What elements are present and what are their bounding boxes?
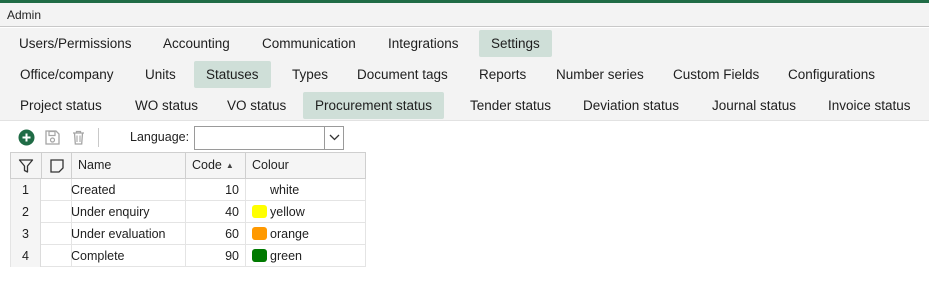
column-divider	[245, 179, 246, 201]
toolbar-divider	[98, 128, 99, 147]
colour-swatch	[252, 227, 267, 240]
status-colour: orange	[252, 223, 309, 245]
column-divider	[365, 223, 366, 245]
table-row[interactable]: 3 Under evaluation 60 orange	[10, 223, 366, 245]
status-name: Under evaluation	[71, 227, 166, 241]
tab-number-series[interactable]: Number series	[544, 61, 656, 88]
column-divider	[245, 201, 246, 223]
column-header-name[interactable]: Name	[72, 153, 186, 178]
filter-header[interactable]	[11, 153, 42, 178]
language-select[interactable]	[194, 126, 344, 150]
window-title: Admin	[7, 8, 42, 22]
status-code: 10	[225, 183, 239, 197]
colour-name: orange	[270, 227, 309, 241]
tab-row-statuses: Project status WO status VO status Procu…	[0, 90, 929, 120]
column-divider	[245, 223, 246, 245]
colour-swatch	[252, 249, 267, 262]
column-header-name-label: Name	[78, 158, 112, 172]
status-name: Under enquiry	[71, 205, 150, 219]
column-header-code-label: Code	[192, 158, 222, 172]
title-bar: Admin	[0, 3, 929, 27]
tab-types[interactable]: Types	[280, 61, 340, 88]
table-row[interactable]: 2 Under enquiry 40 yellow	[10, 201, 366, 223]
status-code: 60	[225, 227, 239, 241]
colour-swatch	[252, 183, 267, 196]
tab-deviation-status[interactable]: Deviation status	[571, 92, 691, 119]
row-number: 2	[10, 201, 41, 223]
add-icon[interactable]	[18, 129, 35, 146]
tab-row-settings: Office/company Units Statuses Types Docu…	[0, 59, 929, 90]
tab-document-tags[interactable]: Document tags	[345, 61, 460, 88]
tab-vo-status[interactable]: VO status	[215, 92, 298, 119]
delete-icon[interactable]	[70, 129, 87, 146]
colour-name: white	[270, 183, 300, 197]
colour-swatch	[252, 205, 267, 218]
table-row[interactable]: 1 Created 10 white	[10, 179, 366, 201]
colour-name: yellow	[270, 205, 305, 219]
procurement-status-panel: Language: Name Code ▲ Colour 1 Created 1…	[0, 120, 929, 303]
column-divider	[365, 179, 366, 201]
row-number: 1	[10, 179, 41, 201]
tab-office-company[interactable]: Office/company	[8, 61, 126, 88]
toolbar: Language:	[0, 121, 929, 153]
chevron-down-icon	[329, 134, 340, 141]
language-label: Language:	[130, 130, 190, 144]
row-number: 4	[10, 245, 41, 267]
column-divider	[365, 201, 366, 223]
tab-reports[interactable]: Reports	[467, 61, 538, 88]
tab-statuses[interactable]: Statuses	[194, 61, 271, 88]
column-header-colour[interactable]: Colour	[246, 153, 365, 178]
column-header-colour-label: Colour	[252, 158, 289, 172]
tab-configurations[interactable]: Configurations	[776, 61, 887, 88]
tab-invoice-status[interactable]: Invoice status	[816, 92, 923, 119]
column-divider	[365, 245, 366, 267]
row-number: 3	[10, 223, 41, 245]
select-all-header[interactable]	[42, 153, 72, 178]
tab-settings[interactable]: Settings	[479, 30, 552, 57]
status-name: Created	[71, 179, 115, 201]
status-code: 90	[225, 249, 239, 263]
tab-project-status[interactable]: Project status	[8, 92, 114, 119]
tab-integrations[interactable]: Integrations	[376, 30, 471, 57]
status-code: 40	[225, 205, 239, 219]
grid-header: Name Code ▲ Colour	[10, 152, 366, 179]
status-colour: white	[252, 179, 299, 201]
tab-wo-status[interactable]: WO status	[123, 92, 210, 119]
tab-custom-fields[interactable]: Custom Fields	[661, 61, 771, 88]
table-row[interactable]: 4 Complete 90 green	[10, 245, 366, 267]
status-colour: yellow	[252, 201, 305, 223]
tab-users-permissions[interactable]: Users/Permissions	[7, 30, 144, 57]
checkbox-icon	[50, 159, 64, 173]
status-name: Complete	[71, 249, 125, 263]
save-icon[interactable]	[44, 129, 61, 146]
sort-ascending-icon: ▲	[225, 161, 234, 170]
tab-accounting[interactable]: Accounting	[151, 30, 242, 57]
filter-icon	[18, 159, 34, 173]
tab-journal-status[interactable]: Journal status	[700, 92, 808, 119]
column-header-code[interactable]: Code ▲	[186, 153, 246, 178]
tab-communication[interactable]: Communication	[250, 30, 368, 57]
column-divider	[245, 245, 246, 267]
status-name-text: Created	[71, 183, 116, 197]
tab-tender-status[interactable]: Tender status	[458, 92, 563, 119]
tab-procurement-status[interactable]: Procurement status	[303, 92, 445, 119]
tab-units[interactable]: Units	[133, 61, 188, 88]
status-colour: green	[252, 245, 302, 267]
language-dropdown-button[interactable]	[324, 127, 343, 149]
tab-row-main: Users/Permissions Accounting Communicati…	[0, 28, 929, 59]
colour-name: green	[270, 249, 302, 263]
